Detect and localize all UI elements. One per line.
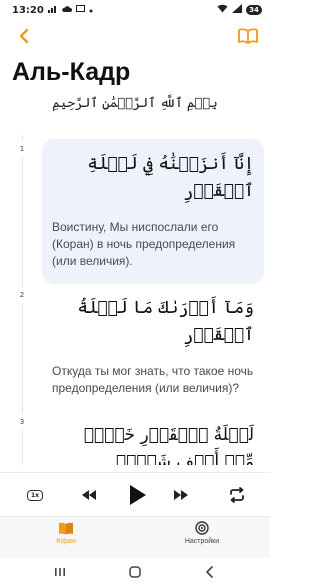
basmala: بِسۡمِ ٱللَّهِ ٱلرَّحۡمَٰنِ ٱلرَّحِيمِ — [52, 96, 218, 111]
wifi-icon — [217, 4, 228, 16]
speed-button[interactable]: 1x — [24, 481, 46, 509]
verse-arabic: وَمَآ أَدۡرَىٰكَ مَا لَيۡلَةُ ٱلۡقَدۡرِ — [77, 298, 254, 346]
settings-icon — [195, 521, 209, 535]
top-bar — [0, 22, 270, 50]
next-verse-button[interactable] — [170, 481, 192, 509]
tab-bar: Коран Настройки — [0, 516, 270, 558]
tab-settings-label: Настройки — [184, 538, 220, 545]
screen-icon — [75, 4, 85, 16]
verse-number: 3 — [14, 414, 30, 430]
recent-apps-icon — [55, 568, 65, 576]
home-button[interactable] — [123, 564, 147, 580]
book-icon — [238, 28, 258, 44]
status-bar: 13:20 34 — [0, 0, 270, 20]
back-chevron-icon — [19, 28, 29, 44]
status-right: 34 — [217, 4, 262, 16]
verse-translation: Воистину, Мы ниспослали его (Коран) в но… — [52, 220, 236, 268]
verse-arabic: لَيۡلَةُ ٱلۡقَدۡرِ خَيۡرٞ مِّنۡ أَلۡفِ ش… — [83, 425, 254, 465]
repeat-icon — [230, 487, 244, 503]
verse-card[interactable]: إِنَّآ أَنزَلۡنَٰهُ فِي لَيۡلَةِ ٱلۡقَدۡ… — [42, 139, 264, 284]
skip-forward-icon — [174, 490, 188, 500]
skip-back-icon — [82, 490, 96, 500]
system-back-button[interactable] — [198, 564, 222, 580]
audio-player: 1x — [0, 472, 270, 516]
status-time: 13:20 — [12, 4, 44, 16]
play-icon — [130, 485, 146, 505]
verse-translation: Откуда ты мог знать, что такое ночь пред… — [52, 364, 254, 396]
previous-verse-button[interactable] — [78, 481, 100, 509]
signal-icon — [47, 5, 58, 16]
recent-apps-button[interactable] — [48, 564, 72, 580]
tab-quran-label: Коран — [56, 538, 76, 545]
dot-icon — [89, 5, 93, 16]
back-button[interactable] — [12, 24, 36, 48]
play-button[interactable] — [122, 481, 152, 509]
speed-label: 1x — [26, 489, 44, 501]
cloud-icon — [62, 5, 72, 16]
quran-book-icon — [59, 522, 73, 535]
verse-number: 1 — [14, 141, 30, 157]
tab-settings[interactable]: Настройки — [162, 521, 242, 545]
back-icon — [206, 566, 213, 578]
status-left: 13:20 — [12, 4, 93, 16]
verse-card[interactable]: وَمَآ أَدۡرَىٰكَ مَا لَيۡلَةُ ٱلۡقَدۡرِ … — [42, 283, 264, 395]
verse-list[interactable]: 1 إِنَّآ أَنزَلۡنَٰهُ فِي لَيۡلَةِ ٱلۡقَ… — [0, 125, 270, 465]
system-navigation-bar — [0, 558, 270, 586]
home-icon — [129, 566, 141, 578]
verse-arabic: إِنَّآ أَنزَلۡنَٰهُ فِي لَيۡلَةِ ٱلۡقَدۡ… — [87, 154, 254, 202]
verse-card[interactable]: لَيۡلَةُ ٱلۡقَدۡرِ خَيۡرٞ مِّنۡ أَلۡفِ ش… — [42, 410, 264, 465]
tab-quran[interactable]: Коран — [26, 521, 106, 545]
verse-number: 2 — [14, 287, 30, 303]
battery-icon: 34 — [246, 5, 262, 15]
page-title: Аль-Кадр — [12, 58, 131, 86]
repeat-button[interactable] — [224, 481, 250, 509]
cellular-icon — [232, 4, 242, 16]
book-button[interactable] — [236, 24, 260, 48]
